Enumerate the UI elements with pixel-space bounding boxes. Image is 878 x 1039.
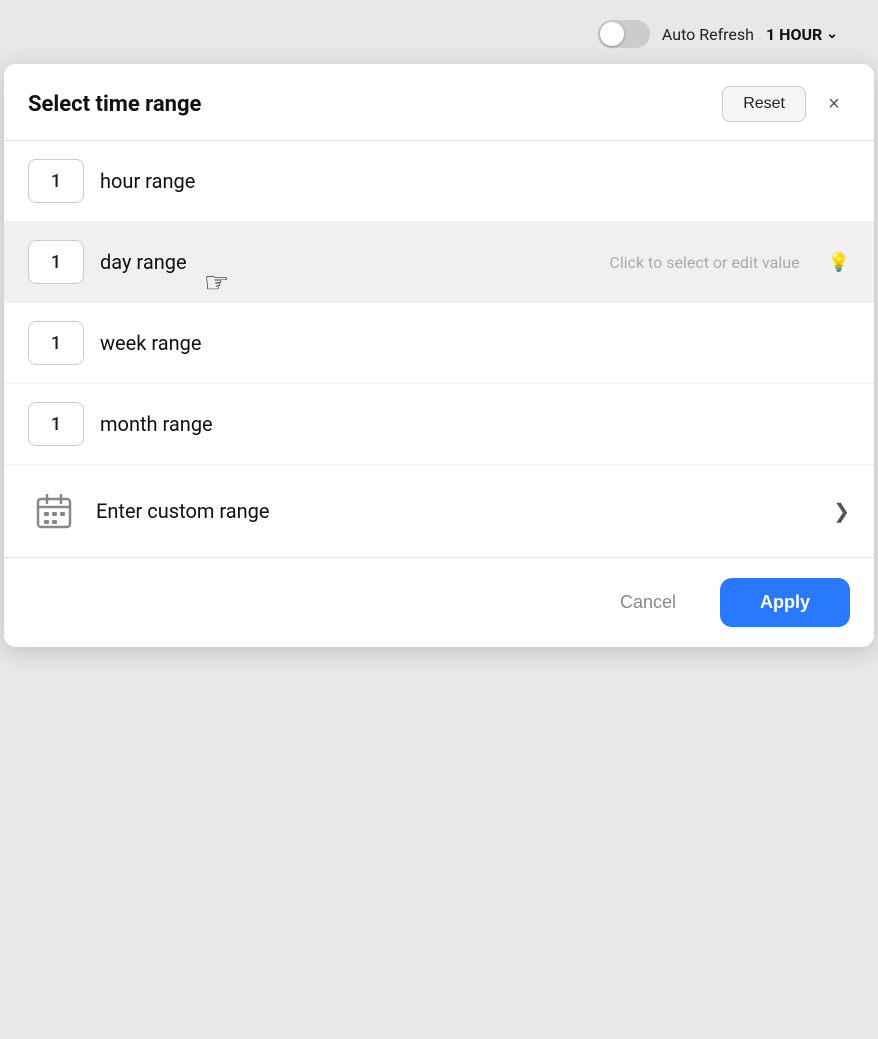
top-bar: Auto Refresh 1 HOUR ⌄ [598,20,878,48]
modal-title: Select time range [28,92,201,117]
apply-button[interactable]: Apply [720,578,850,627]
hour-dropdown[interactable]: 1 HOUR ⌄ [766,25,838,44]
custom-range-label: Enter custom range [96,499,817,523]
chevron-right-icon: ❯ [833,499,850,523]
day-value-box[interactable]: 1 [28,240,84,284]
custom-range-row[interactable]: Enter custom range ❯ [4,465,874,557]
hour-value: 1 [51,171,61,192]
lightbulb-icon: 💡 [828,252,850,273]
header-actions: Reset × [722,86,850,122]
day-range-row[interactable]: 1 day range Click to select or edit valu… [4,222,874,303]
reset-button[interactable]: Reset [722,86,806,122]
pointer-cursor: ☞ [204,266,229,299]
calendar-icon [28,485,80,537]
time-range-modal: Select time range Reset × 1 hour range 1… [4,64,874,647]
hint-text: Click to select or edit value [609,253,799,272]
hour-value-box[interactable]: 1 [28,159,84,203]
month-range-label: month range [100,412,213,436]
week-range-row[interactable]: 1 week range [4,303,874,384]
hour-range-row[interactable]: 1 hour range [4,141,874,222]
week-value: 1 [51,333,61,354]
month-range-row[interactable]: 1 month range [4,384,874,465]
modal-header: Select time range Reset × [4,64,874,141]
close-button[interactable]: × [818,88,850,120]
month-value-box[interactable]: 1 [28,402,84,446]
hour-range-label: hour range [100,169,195,193]
auto-refresh-label: Auto Refresh [662,25,754,44]
chevron-down-icon: ⌄ [826,26,838,42]
day-value: 1 [51,252,61,273]
week-value-box[interactable]: 1 [28,321,84,365]
auto-refresh-toggle[interactable] [598,20,650,48]
week-range-label: week range [100,331,201,355]
modal-footer: Cancel Apply [4,557,874,647]
calendar-svg [34,491,74,531]
day-range-label: day range [100,250,187,274]
cancel-button[interactable]: Cancel [592,578,704,627]
toggle-knob [600,22,624,46]
hour-label: 1 HOUR [766,25,822,44]
month-value: 1 [51,414,61,435]
modal-body: 1 hour range 1 day range Click to select… [4,141,874,557]
